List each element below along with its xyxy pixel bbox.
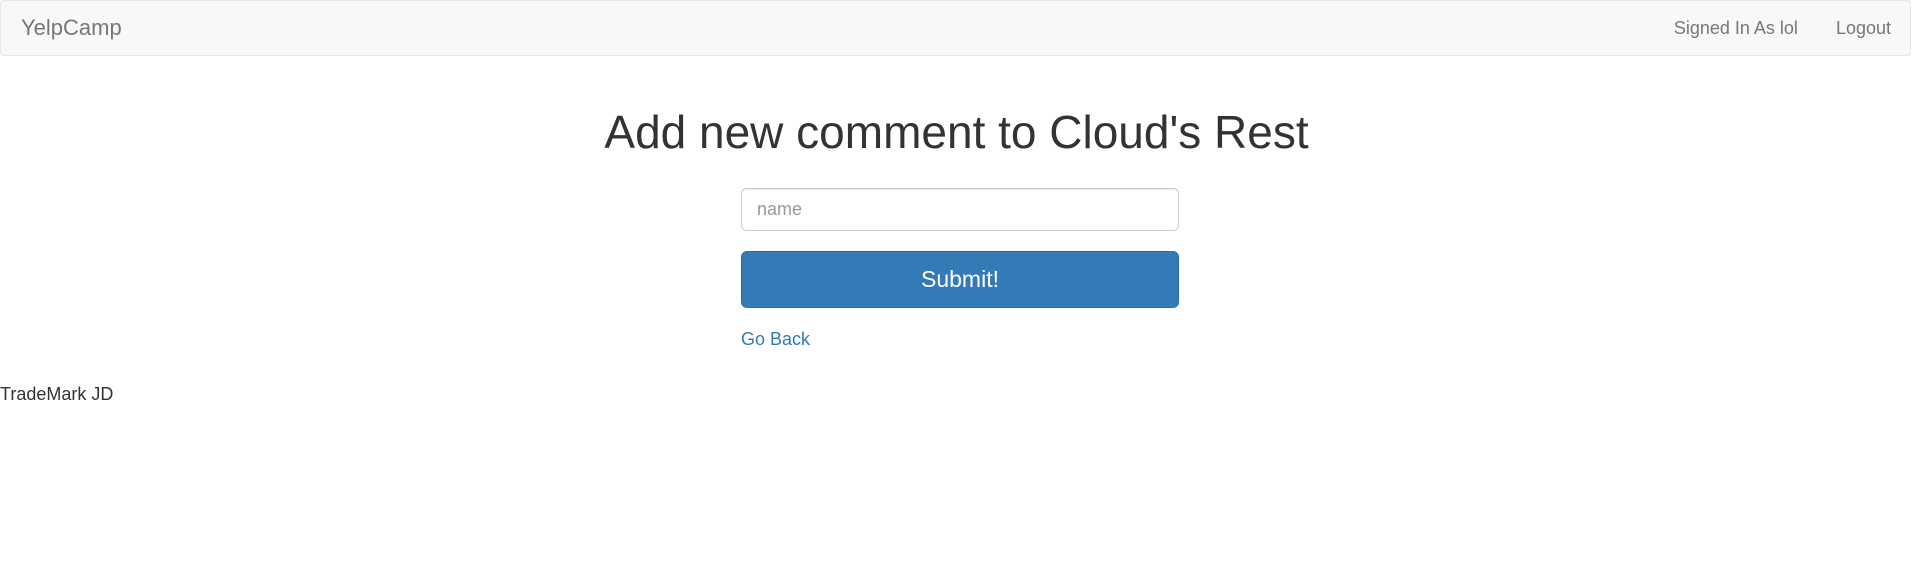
navbar-right: Signed In As lol Logout [1655, 1, 1910, 55]
submit-button[interactable]: Submit! [741, 251, 1179, 308]
go-back-link[interactable]: Go Back [741, 329, 810, 350]
navbar: YelpCamp Signed In As lol Logout [0, 0, 1911, 56]
name-input[interactable] [741, 188, 1179, 231]
comment-form: Submit! Go Back [741, 188, 1179, 350]
page-title: Add new comment to Cloud's Rest [604, 106, 1309, 158]
footer-text: TradeMark JD [0, 384, 114, 404]
logout-link[interactable]: Logout [1817, 4, 1910, 52]
signed-in-user-link[interactable]: Signed In As lol [1655, 4, 1817, 52]
brand-link[interactable]: YelpCamp [21, 15, 122, 41]
